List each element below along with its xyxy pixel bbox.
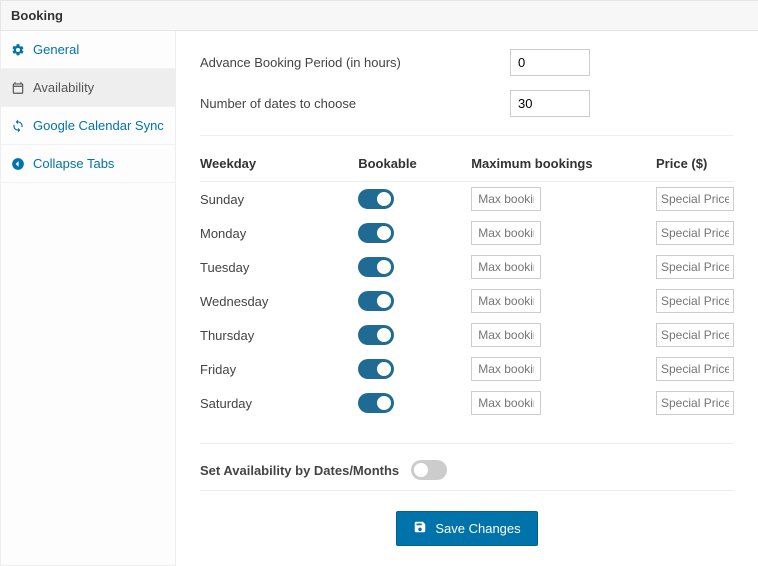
max-bookings-input[interactable] — [471, 289, 541, 313]
bookable-toggle[interactable] — [358, 257, 394, 277]
col-price: Price ($) — [656, 150, 734, 182]
special-price-input[interactable] — [656, 357, 734, 381]
availability-tbody: SundayMondayTuesdayWednesdayThursdayFrid… — [200, 182, 734, 426]
table-row: Monday — [200, 216, 734, 250]
save-button-label: Save Changes — [435, 521, 520, 536]
table-row: Friday — [200, 352, 734, 386]
gear-icon — [11, 43, 25, 57]
bookable-toggle[interactable] — [358, 393, 394, 413]
sync-icon — [11, 119, 25, 133]
max-bookings-input[interactable] — [471, 221, 541, 245]
col-max: Maximum bookings — [471, 150, 656, 182]
col-weekday: Weekday — [200, 150, 358, 182]
special-price-input[interactable] — [656, 255, 734, 279]
panel-title: Booking — [0, 0, 758, 31]
special-price-input[interactable] — [656, 391, 734, 415]
max-bookings-input[interactable] — [471, 391, 541, 415]
max-bookings-input[interactable] — [471, 255, 541, 279]
weekday-cell: Sunday — [200, 182, 358, 217]
special-price-input[interactable] — [656, 323, 734, 347]
weekday-cell: Thursday — [200, 318, 358, 352]
weekday-cell: Tuesday — [200, 250, 358, 284]
weekday-cell: Saturday — [200, 386, 358, 425]
save-button[interactable]: Save Changes — [396, 511, 537, 546]
calendar-icon — [11, 81, 25, 95]
dates-months-toggle[interactable] — [411, 460, 447, 480]
table-row: Saturday — [200, 386, 734, 425]
special-price-input[interactable] — [656, 221, 734, 245]
weekday-cell: Wednesday — [200, 284, 358, 318]
advance-booking-label: Advance Booking Period (in hours) — [200, 55, 510, 70]
special-price-input[interactable] — [656, 187, 734, 211]
dates-months-label: Set Availability by Dates/Months — [200, 463, 399, 478]
save-icon — [413, 520, 427, 537]
table-row: Sunday — [200, 182, 734, 217]
sidebar-item-label: Availability — [33, 80, 94, 95]
sidebar: General Availability Google Calendar Sync C… — [0, 31, 176, 566]
bookable-toggle[interactable] — [358, 223, 394, 243]
main-content: Advance Booking Period (in hours) Number… — [176, 31, 758, 566]
max-bookings-input[interactable] — [471, 357, 541, 381]
number-dates-label: Number of dates to choose — [200, 96, 510, 111]
bookable-toggle[interactable] — [358, 359, 394, 379]
sidebar-item-availability[interactable]: Availability — [1, 69, 175, 107]
sidebar-item-label: Collapse Tabs — [33, 156, 114, 171]
sidebar-item-general[interactable]: General — [1, 31, 175, 69]
max-bookings-input[interactable] — [471, 187, 541, 211]
col-bookable: Bookable — [358, 150, 471, 182]
number-dates-input[interactable] — [510, 90, 590, 117]
sidebar-item-google-calendar-sync[interactable]: Google Calendar Sync — [1, 107, 175, 145]
advance-booking-input[interactable] — [510, 49, 590, 76]
arrow-left-icon — [11, 157, 25, 171]
table-row: Tuesday — [200, 250, 734, 284]
bookable-toggle[interactable] — [358, 291, 394, 311]
table-row: Wednesday — [200, 284, 734, 318]
weekday-cell: Friday — [200, 352, 358, 386]
weekday-cell: Monday — [200, 216, 358, 250]
bookable-toggle[interactable] — [358, 325, 394, 345]
bookable-toggle[interactable] — [358, 189, 394, 209]
sidebar-item-label: General — [33, 42, 79, 57]
availability-table: Weekday Bookable Maximum bookings Price … — [200, 150, 734, 425]
table-row: Thursday — [200, 318, 734, 352]
max-bookings-input[interactable] — [471, 323, 541, 347]
sidebar-item-collapse-tabs[interactable]: Collapse Tabs — [1, 145, 175, 183]
special-price-input[interactable] — [656, 289, 734, 313]
sidebar-item-label: Google Calendar Sync — [33, 118, 164, 133]
